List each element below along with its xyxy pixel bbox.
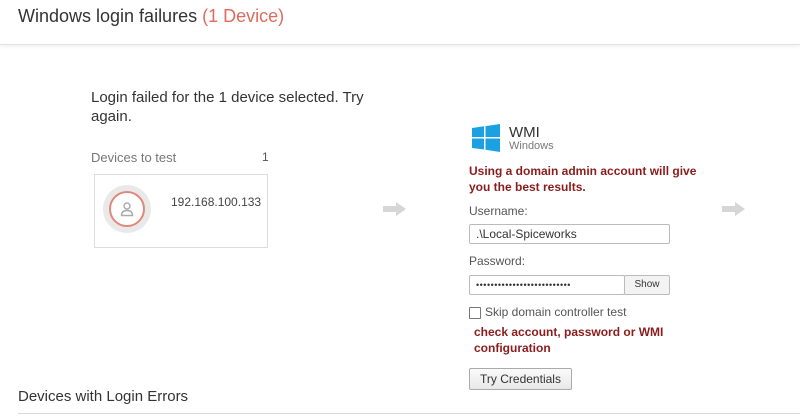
devices-with-login-errors-heading: Devices with Login Errors (18, 388, 189, 405)
wmi-title: WMI (509, 124, 540, 141)
devices-to-test-label: Devices to test (91, 150, 177, 165)
show-password-button[interactable]: Show (624, 275, 670, 295)
section-divider (18, 413, 800, 414)
credential-error-message: check account, password or WMI configura… (474, 325, 664, 355)
login-failed-message: Login failed for the 1 device selected. … (91, 89, 364, 125)
skip-domain-controller-label: Skip domain controller test (485, 305, 627, 319)
username-label: Username: (469, 204, 528, 218)
wmi-subtitle: Windows (509, 140, 554, 152)
device-avatar (103, 185, 151, 233)
try-credentials-button[interactable]: Try Credentials (469, 368, 572, 390)
page-title: Windows login failures (1 Device) (18, 6, 284, 27)
page-header: Windows login failures (1 Device) (0, 0, 800, 45)
password-label: Password: (469, 254, 526, 268)
user-icon (109, 191, 145, 227)
device-ip: 192.168.100.133 (171, 195, 262, 209)
page-title-text: Windows login failures (18, 6, 198, 26)
device-card[interactable]: 192.168.100.133 (94, 174, 268, 248)
skip-domain-controller-checkbox[interactable] (469, 307, 481, 319)
device-count-label[interactable]: (1 Device) (202, 6, 284, 26)
arrow-right-icon (722, 202, 745, 216)
arrow-right-icon (383, 202, 406, 216)
password-input[interactable]: •••••••••••••••••••••••••• (469, 275, 625, 295)
username-input[interactable]: .\Local-Spiceworks (469, 224, 670, 244)
devices-to-test-count: 1 (262, 150, 269, 164)
domain-admin-advice: Using a domain admin account will give y… (469, 164, 697, 194)
windows-logo-icon (472, 124, 500, 152)
